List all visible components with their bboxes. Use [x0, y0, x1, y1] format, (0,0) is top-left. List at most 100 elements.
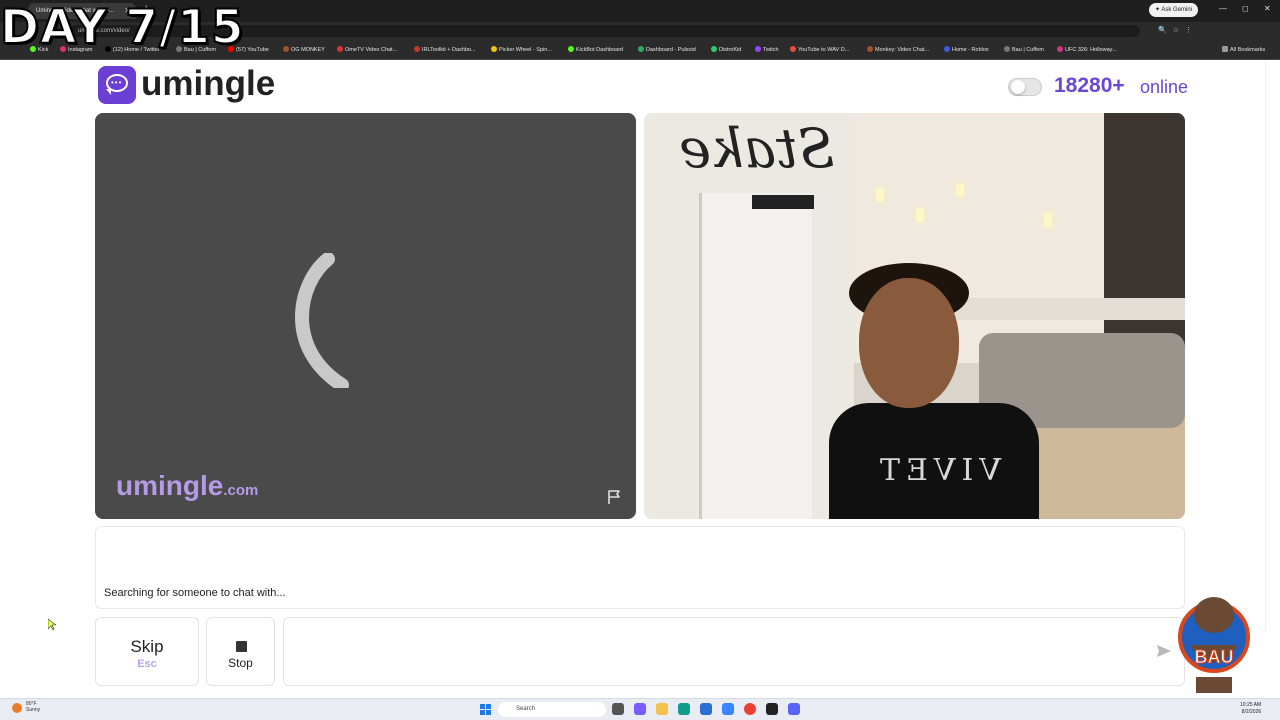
video-background-shelf	[1104, 113, 1185, 363]
chat-bubble-logo-icon[interactable]: •••	[98, 66, 136, 104]
skip-button[interactable]: Skip Esc	[95, 617, 199, 686]
app-icon[interactable]	[722, 703, 734, 715]
watermark-suffix: .com	[223, 482, 259, 499]
copilot-icon[interactable]	[634, 703, 646, 715]
file-explorer-icon[interactable]	[656, 703, 668, 715]
distrokid-icon	[711, 46, 717, 52]
send-icon[interactable]	[1156, 644, 1172, 658]
remote-shirt-text: VIVET	[874, 453, 1002, 488]
all-bookmarks-label: All Bookmarks	[1230, 47, 1266, 53]
bookmark-item[interactable]: IRLToolkit + Dashbo...	[414, 46, 476, 53]
svg-text:BAU: BAU	[1195, 647, 1234, 667]
bookmark-item[interactable]: Dashboard - Pulsoid	[638, 46, 696, 53]
store-icon[interactable]	[700, 703, 712, 715]
clock-date: 8/2/2026	[1241, 709, 1262, 715]
bookmark-item[interactable]: Picker Wheel - Spin...	[491, 46, 552, 53]
minimize-icon[interactable]: —	[1219, 4, 1227, 13]
bookmark-item[interactable]: UFC 326: Holloway...	[1057, 46, 1117, 53]
ometv-icon	[337, 46, 343, 52]
streamer-mascot-logo: BAU	[1178, 597, 1250, 693]
bookmark-label: OG MONKEY	[291, 47, 325, 53]
weather-desc: Sunny	[26, 707, 41, 713]
address-toolbar-icons[interactable]: 🔍☆⋮	[1158, 26, 1198, 34]
twitch-icon	[755, 46, 761, 52]
remote-video-pane: Stake VIVET	[644, 113, 1185, 519]
task-view-icon[interactable]	[612, 703, 624, 715]
remote-person-face	[859, 278, 959, 408]
page-scrollbar[interactable]	[1265, 60, 1280, 632]
bookmark-label: Twitch	[763, 47, 779, 53]
link-icon	[1004, 46, 1010, 52]
stop-label: Stop	[228, 656, 253, 670]
bookmark-label: Monkey: Video Chat...	[875, 47, 930, 53]
ask-gemini-button[interactable]: ✦ Ask Gemini	[1149, 3, 1199, 17]
online-label: online	[1140, 77, 1189, 97]
pendant-light	[916, 208, 924, 222]
chat-status-text: Searching for someone to chat with...	[104, 587, 286, 599]
bookmark-item[interactable]: DistroKid	[711, 46, 741, 53]
windows-taskbar: 80°F Sunny Search 10:25 AM 8/2/2026	[0, 698, 1280, 720]
taskbar-search[interactable]: Search	[498, 702, 606, 717]
bookmark-label: OmeTV Video Chat...	[345, 47, 398, 53]
discord-icon[interactable]	[788, 703, 800, 715]
day-counter-overlay: DAY 7/15	[0, 0, 245, 56]
bookmark-label: Dashboard - Pulsoid	[646, 47, 696, 53]
pendant-light	[1044, 213, 1052, 227]
bookmark-item[interactable]: KickBot Dashboard	[568, 46, 623, 53]
video-background-door	[699, 193, 812, 519]
taskbar-search-label: Search	[516, 706, 536, 712]
wall-script-art: Stake	[679, 117, 835, 180]
weather-icon[interactable]	[12, 703, 22, 713]
bookmark-label: IRLToolkit + Dashbo...	[422, 47, 476, 53]
pulsoid-icon	[638, 46, 644, 52]
stop-button[interactable]: Stop	[206, 617, 275, 686]
mouse-cursor-icon	[48, 619, 56, 631]
roblox-icon	[944, 46, 950, 52]
report-flag-icon[interactable]	[606, 488, 624, 506]
bookmark-label: UFC 326: Holloway...	[1065, 47, 1117, 53]
converter-icon	[790, 46, 796, 52]
video-wall-sign	[752, 195, 814, 209]
bookmark-item[interactable]: YouTube to WAV D...	[790, 46, 849, 53]
skip-label: Skip	[130, 637, 164, 656]
wheel-icon	[491, 46, 497, 52]
bookmark-item[interactable]: Home - Roblox	[944, 46, 989, 53]
close-window-icon[interactable]: ✕	[1264, 4, 1271, 13]
monkey-icon	[283, 46, 289, 52]
bookmark-item[interactable]: Monkey: Video Chat...	[867, 46, 929, 53]
system-clock[interactable]: 10:25 AM 8/2/2026	[1240, 702, 1261, 716]
bookmark-label: KickBot Dashboard	[576, 47, 624, 53]
watermark-main: umingle	[116, 470, 224, 501]
site-logo-text[interactable]: umingle	[141, 64, 275, 104]
all-bookmarks[interactable]: All Bookmarks	[1222, 46, 1265, 53]
ufc-icon	[1057, 46, 1063, 52]
bookmark-label: DistroKid	[719, 47, 742, 53]
bookmark-item[interactable]: OmeTV Video Chat...	[337, 46, 397, 53]
theme-toggle[interactable]	[1008, 78, 1042, 96]
bookmark-label: Picker Wheel - Spin...	[499, 47, 552, 53]
video-background-counter	[934, 298, 1185, 320]
monkey-icon	[867, 46, 873, 52]
weather-widget[interactable]: 80°F Sunny	[26, 701, 40, 713]
stop-icon	[236, 641, 247, 652]
loading-spinner-icon	[295, 253, 349, 388]
pendant-light	[956, 183, 964, 197]
toggle-knob	[1011, 80, 1025, 94]
bookmark-item[interactable]: Bau | Cuffem	[1004, 46, 1044, 53]
pendant-light	[876, 188, 884, 202]
maximize-icon[interactable]: ◻	[1242, 4, 1249, 13]
obs-icon[interactable]	[766, 703, 778, 715]
bookmark-item[interactable]: Twitch	[755, 46, 779, 53]
bookmark-item[interactable]: OG MONKEY	[283, 46, 325, 53]
skip-shortcut-hint: Esc	[137, 658, 157, 670]
irltoolkit-icon	[414, 46, 420, 52]
windows-start-icon[interactable]	[480, 704, 491, 715]
edge-icon[interactable]	[678, 703, 690, 715]
bookmark-label: Bau | Cuffem	[1012, 47, 1044, 53]
umingle-watermark: umingle.com	[116, 470, 258, 502]
chrome-icon[interactable]	[744, 703, 756, 715]
kickbot-icon	[568, 46, 574, 52]
message-input[interactable]	[283, 617, 1185, 686]
bookmark-label: YouTube to WAV D...	[798, 47, 850, 53]
bookmark-label: Home - Roblox	[952, 47, 989, 53]
